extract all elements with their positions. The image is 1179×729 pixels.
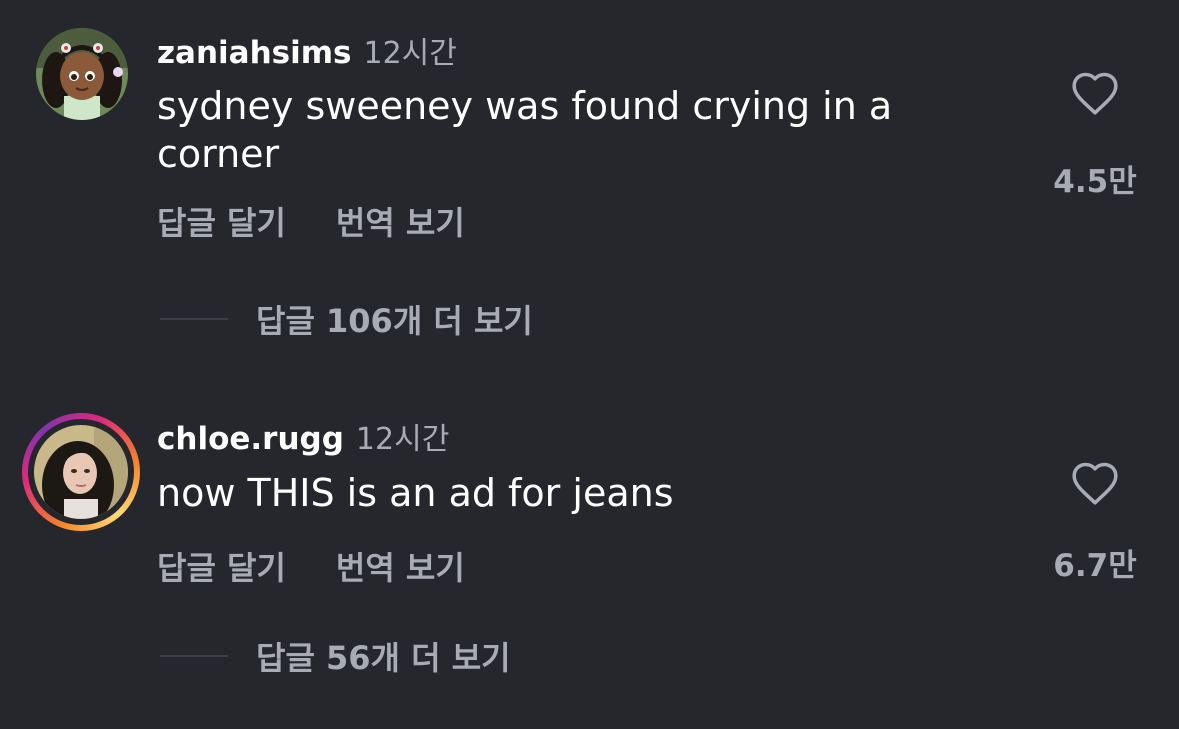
cartoon-avatar-image	[36, 28, 128, 120]
comment-item: zaniahsims 12시간 sydney sweeney was found…	[0, 0, 1179, 380]
heart-icon[interactable]	[1070, 460, 1120, 506]
reply-button[interactable]: 답글 달기	[157, 543, 286, 589]
replies-divider	[160, 655, 228, 657]
profile-photo-image	[34, 425, 128, 519]
avatar[interactable]	[36, 28, 128, 120]
comment-timestamp: 12시간	[355, 422, 450, 457]
see-translation-button[interactable]: 번역 보기	[336, 543, 465, 589]
view-replies-label: 답글 56개 더 보기	[256, 639, 511, 677]
like-count: 6.7만	[1053, 548, 1137, 584]
see-translation-button[interactable]: 번역 보기	[336, 198, 465, 244]
comment-username[interactable]: chloe.rugg	[157, 421, 344, 457]
comment-item: chloe.rugg 12시간 now THIS is an ad for je…	[0, 380, 1179, 729]
view-replies-button[interactable]: 답글 106개 더 보기	[160, 296, 533, 342]
view-replies-button[interactable]: 답글 56개 더 보기	[160, 633, 511, 679]
comment-timestamp: 12시간	[363, 36, 457, 71]
reply-button[interactable]: 답글 달기	[157, 198, 286, 244]
comment-text: now THIS is an ad for jeans	[157, 471, 674, 515]
like-count: 4.5만	[1053, 164, 1137, 200]
view-replies-label: 답글 106개 더 보기	[256, 302, 533, 340]
comment-text: sydney sweeney was found crying in a cor…	[157, 84, 893, 176]
replies-divider	[160, 318, 228, 320]
comment-username[interactable]: zaniahsims	[157, 35, 351, 71]
heart-icon[interactable]	[1070, 70, 1120, 116]
avatar[interactable]	[34, 425, 128, 519]
